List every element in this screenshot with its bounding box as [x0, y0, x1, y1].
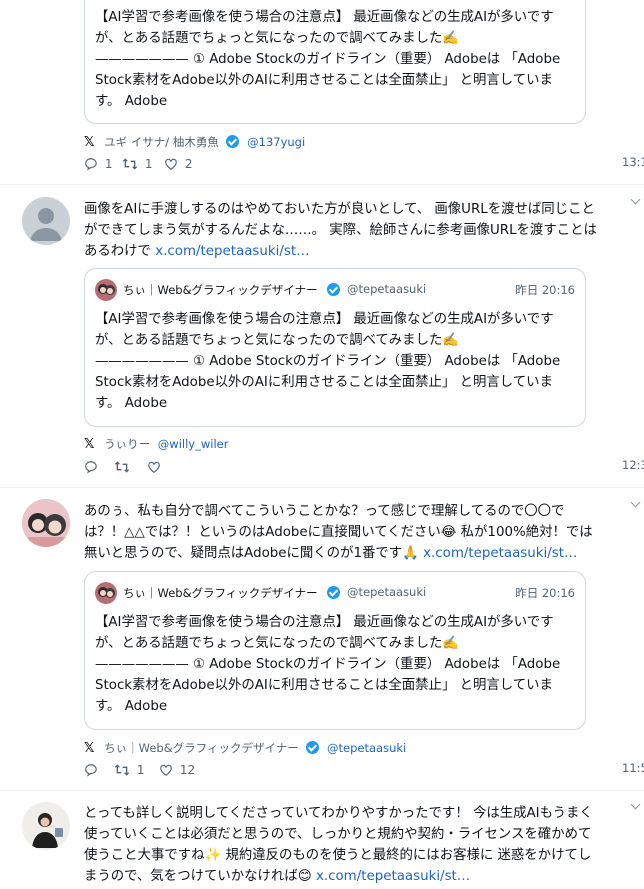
retweet-button[interactable]: 1 — [122, 154, 152, 172]
divider — [0, 487, 644, 488]
retweet-icon — [122, 157, 138, 170]
quoted-tweet-text: 【AI学習で参考画像を使う場合の注意点】 最近画像などの生成AIが多いですが、と… — [95, 10, 561, 109]
quoted-tweet-card[interactable]: 【AI学習で参考画像を使う場合の注意点】 最近画像などの生成AIが多いですが、と… — [84, 0, 586, 124]
tweet-text: とっても詳しく説明してくださっていてわかりやすかったです！ 今は生成AIもうまく… — [84, 803, 604, 887]
reply-icon — [85, 460, 97, 474]
tweet-text: あのぅ、私も自分で調べてこういうことかな？って感じで理解してるので〇〇では？！△… — [84, 501, 604, 564]
avatar-image-icon — [98, 587, 115, 598]
reply-button[interactable] — [84, 457, 101, 475]
like-button[interactable]: 12 — [159, 760, 195, 778]
quoted-avatar[interactable] — [95, 582, 117, 604]
default-avatar-icon — [30, 208, 62, 241]
source-handle[interactable]: @137yugi — [247, 135, 305, 149]
source-name: ちぃ｜Web&グラフィックデザイナー — [104, 741, 299, 755]
reply-count: 1 — [104, 156, 113, 171]
retweet-count: 1 — [136, 762, 145, 777]
retweet-button[interactable]: 1 — [114, 760, 144, 778]
tweet-link[interactable]: x.com/tepetaasuki/st… — [316, 869, 470, 884]
source-name: ユギ イサナ/ 柚木勇魚 — [104, 135, 219, 149]
verified-badge-icon — [226, 135, 240, 148]
reply-button[interactable]: 1 — [84, 154, 112, 172]
reply-button[interactable] — [84, 760, 101, 778]
quoted-author-handle[interactable]: @tepetaasuki — [347, 585, 426, 599]
x-logo-icon: 𝕏 — [84, 135, 95, 150]
avatar-image-icon — [98, 284, 115, 295]
divider — [0, 790, 644, 791]
retweet-icon — [114, 763, 130, 776]
verified-badge-icon — [306, 741, 320, 754]
verified-badge-icon — [327, 283, 340, 296]
source-line[interactable]: 𝕏 うぃりー @willy_wiler — [84, 436, 228, 452]
retweet-button[interactable] — [114, 457, 133, 475]
divider — [0, 184, 644, 185]
quoted-avatar[interactable] — [95, 279, 117, 301]
reply-icon — [85, 157, 97, 171]
more-options-chevron-down-icon[interactable] — [630, 196, 642, 208]
x-logo-icon: 𝕏 — [84, 741, 95, 756]
source-line[interactable]: 𝕏 ちぃ｜Web&グラフィックデザイナー @tepetaasuki — [84, 739, 406, 756]
heart-icon — [148, 461, 160, 473]
tweet-actions: 1 12 — [84, 760, 604, 778]
quoted-tweet-text: 【AI学習で参考画像を使う場合の注意点】 最近画像などの生成AIが多いですが、と… — [95, 615, 561, 714]
like-count: 12 — [179, 762, 196, 777]
quoted-tweet-card[interactable]: ちぃ｜Web&グラフィックデザイナー @tepetaasuki 昨日 20:16… — [84, 268, 586, 427]
verified-badge-icon — [327, 586, 340, 599]
like-button[interactable] — [147, 457, 164, 475]
avatar[interactable] — [22, 499, 70, 547]
avatar[interactable] — [22, 802, 70, 850]
like-button[interactable]: 2 — [164, 154, 192, 172]
quoted-author-name[interactable]: ちぃ｜Web&グラフィックデザイナー — [123, 282, 318, 298]
tweet-text: 画像をAIに手渡しするのはやめておいた方が良いとして、 画像URLを渡せば同じこ… — [84, 199, 604, 262]
quoted-tweet-card[interactable]: ちぃ｜Web&グラフィックデザイナー @tepetaasuki 昨日 20:16… — [84, 571, 586, 730]
x-logo-icon: 𝕏 — [84, 437, 95, 452]
avatar-photo-icon — [22, 499, 70, 547]
timestamp: 13:1 — [622, 155, 644, 169]
heart-icon — [165, 158, 177, 170]
avatar-photo-icon — [22, 802, 70, 850]
more-options-chevron-down-icon[interactable] — [630, 499, 642, 511]
tweet-actions: 1 1 2 — [84, 154, 604, 172]
quoted-author-name[interactable]: ちぃ｜Web&グラフィックデザイナー — [123, 585, 318, 601]
quoted-time[interactable]: 昨日 20:16 — [515, 585, 575, 601]
like-count: 2 — [184, 156, 193, 171]
quoted-tweet-text: 【AI学習で参考画像を使う場合の注意点】 最近画像などの生成AIが多いですが、と… — [95, 312, 561, 411]
more-options-chevron-down-icon[interactable] — [630, 801, 642, 813]
source-handle[interactable]: @willy_wiler — [158, 437, 229, 451]
heart-icon — [160, 764, 172, 776]
timestamp: 12:3 — [622, 458, 644, 472]
quoted-tweet-header: ちぃ｜Web&グラフィックデザイナー @tepetaasuki 昨日 20:16 — [95, 279, 575, 301]
source-handle[interactable]: @tepetaasuki — [327, 741, 406, 755]
retweet-icon — [114, 460, 130, 473]
tweet-link[interactable]: x.com/tepetaasuki/st… — [423, 546, 577, 561]
timestamp: 11:5 — [622, 761, 644, 775]
tweet-link[interactable]: x.com/tepetaasuki/st… — [155, 244, 309, 259]
source-line[interactable]: 𝕏 ユギ イサナ/ 柚木勇魚 @137yugi — [84, 133, 305, 150]
quoted-time[interactable]: 昨日 20:16 — [515, 282, 575, 298]
quoted-tweet-header: ちぃ｜Web&グラフィックデザイナー @tepetaasuki 昨日 20:16 — [95, 582, 575, 604]
tweet-actions — [84, 457, 604, 475]
quoted-author-handle[interactable]: @tepetaasuki — [347, 282, 426, 296]
avatar[interactable] — [22, 197, 70, 245]
reply-icon — [85, 763, 97, 777]
retweet-count: 1 — [144, 156, 153, 171]
source-name: うぃりー — [104, 437, 151, 451]
